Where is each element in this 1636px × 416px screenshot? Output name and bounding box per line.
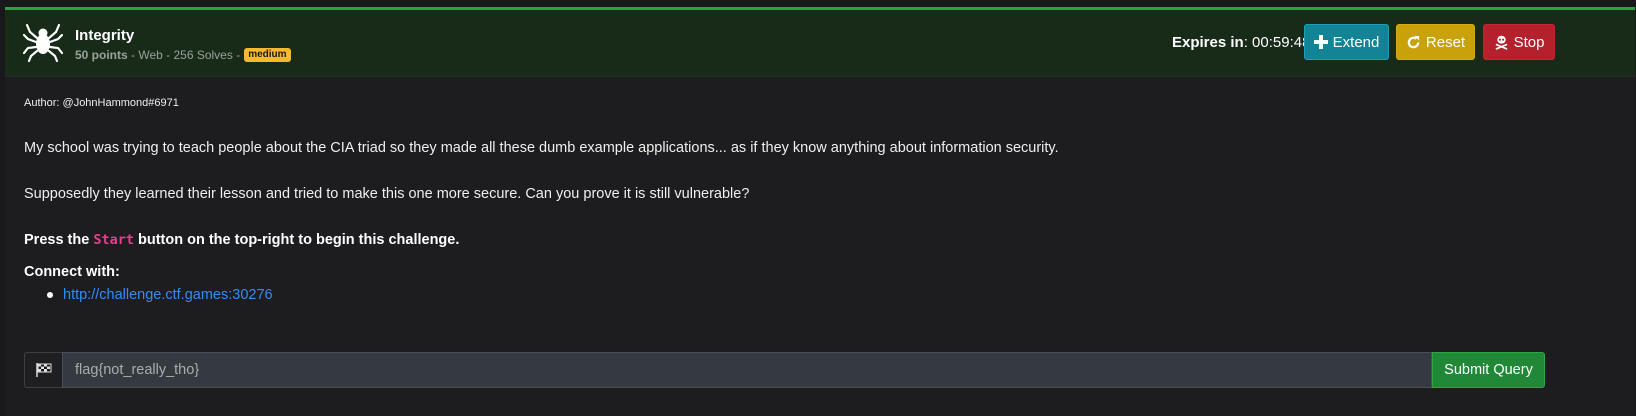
expires-timer: Expires in: 00:59:48 [1172, 34, 1310, 51]
challenge-header: Integrity 50 points - Web - 256 Solves -… [5, 7, 1635, 77]
submit-query-button[interactable]: Submit Query [1432, 352, 1545, 388]
start-code: Start [93, 232, 134, 248]
extend-label: Extend [1332, 33, 1380, 51]
flag-addon [24, 352, 62, 388]
spider-icon [23, 23, 63, 62]
stop-label: Stop [1513, 33, 1545, 51]
plus-icon [1313, 35, 1328, 49]
challenge-author: Author: @JohnHammond#6971 [24, 97, 179, 109]
start-instructions: Press the Start button on the top-right … [24, 232, 459, 248]
reset-button[interactable]: Reset [1396, 24, 1475, 60]
skull-crossbones-icon [1495, 35, 1508, 50]
description-paragraph-2: Supposedly they learned their lesson and… [24, 186, 750, 202]
expires-value: : 00:59:48 [1243, 34, 1311, 51]
description-paragraph-1: My school was trying to teach people abo… [24, 140, 1059, 156]
challenge-category-solves: - Web - 256 Solves - [131, 48, 241, 62]
expires-label: Expires in [1172, 34, 1244, 51]
flag-input[interactable] [62, 352, 1432, 388]
connection-link[interactable]: http://challenge.ctf.games:30276 [63, 287, 273, 303]
start-prefix: Press the [24, 232, 90, 248]
stop-button[interactable]: Stop [1483, 24, 1555, 60]
flag-submit-form: Submit Query [24, 352, 1545, 388]
challenge-points: 50 points [75, 48, 128, 62]
challenge-meta: 50 points - Web - 256 Solves - medium [75, 48, 291, 62]
redo-icon [1407, 35, 1420, 48]
reset-label: Reset [1425, 33, 1466, 51]
connection-list: http://challenge.ctf.games:30276 [47, 287, 273, 303]
challenge-card: Integrity 50 points - Web - 256 Solves -… [5, 7, 1635, 416]
start-suffix: button on the top-right to begin this ch… [138, 232, 460, 248]
list-bullet [47, 292, 53, 299]
extend-button[interactable]: Extend [1304, 24, 1389, 60]
challenge-title: Integrity [75, 27, 135, 44]
connect-label: Connect with: [24, 264, 120, 280]
difficulty-badge: medium [244, 48, 291, 62]
checkered-flag-icon [35, 363, 51, 377]
